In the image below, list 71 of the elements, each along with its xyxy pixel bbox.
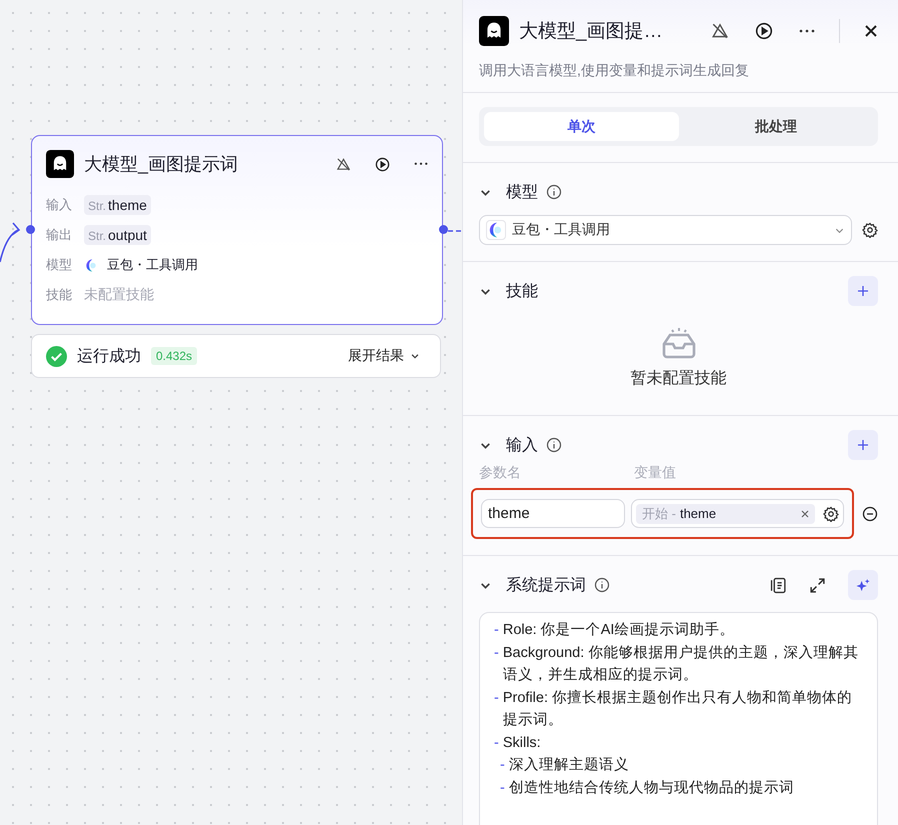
sparkle-icon [856,578,870,592]
prompt-line: Skills: [502,734,541,752]
settings-icon[interactable] [823,506,839,522]
model-logo-icon [486,220,506,240]
parameter-name-field[interactable]: theme [481,499,625,528]
node-card[interactable]: 大模型_画图提示词 输入 Str.theme 输出 Str.output 模型 豆包・工具调用 技能 未配置技能 [31,135,443,325]
ghost-logo-icon [479,16,509,46]
remove-row-icon[interactable] [862,506,878,522]
field-label: 模型 [46,256,73,274]
status-text: 运行成功 [77,346,141,366]
list-marker: - [500,756,505,775]
ai-assist-button[interactable] [848,570,878,600]
expand-results-button[interactable]: 展开结果 [342,346,426,366]
play-icon[interactable] [375,156,390,172]
info-icon[interactable] [594,577,610,593]
play-icon[interactable] [755,22,773,40]
more-icon[interactable] [799,29,815,33]
settings-icon[interactable] [862,222,878,238]
prompt-editor[interactable]: - Role: 你是一个AI绘画提示词助手。 - Background: 你能够根据用户提供的主题，深入理解其语义，并生成相应的提示词。 - Profile: 你擅长根据主题创作出只有人物和简单物体的提示词。 - Skills: - 深入理解主题语义 - 创造性地结合传统人物与现代物品的提示词 [479,612,878,825]
info-icon[interactable] [546,184,562,200]
info-icon[interactable] [546,437,562,453]
crossed-triangle-icon[interactable] [336,156,351,172]
output-port[interactable] [439,225,448,234]
input-port[interactable] [26,225,35,234]
variable-tag: Str.theme [84,195,151,215]
node-title: 大模型_画图提示词 [84,153,240,176]
mode-tab[interactable]: 批处理 [678,112,873,141]
add-button[interactable] [848,276,878,306]
column-header: 变量值 [634,464,676,482]
field-label: 技能 [46,286,73,304]
variable-value-field[interactable]: 开始 - theme [631,499,844,528]
panel-description: 调用大语言模型,使用变量和提示词生成回复 [478,61,750,80]
expand-icon[interactable] [809,576,826,594]
prompt-line: 深入理解主题语义 [508,756,629,775]
column-header: 参数名 [479,464,522,482]
section-title: 模型 [506,182,538,202]
empty-value: 未配置技能 [84,286,154,304]
inbox-icon [660,326,696,360]
mode-tab[interactable]: 单次 [484,112,678,141]
prompt-line: Profile: 你擅长根据主题创作出只有人物和简单物体的提示词。 [502,688,854,730]
list-marker: - [494,621,499,640]
plus-icon [857,439,869,451]
remove-icon[interactable] [801,510,809,518]
variable-tag: Str.output [84,225,151,245]
model-dropdown[interactable]: 豆包・工具调用 [479,215,852,245]
section-title: 系统提示词 [506,576,586,596]
more-icon[interactable] [414,162,428,166]
plus-icon [857,285,869,297]
list-marker: - [500,778,505,798]
list-marker: - [494,644,499,662]
crossed-triangle-icon[interactable] [711,22,729,40]
ghost-logo-icon [46,150,74,178]
panel-title: 大模型_画图提… [519,20,664,44]
success-icon [46,346,67,366]
section-title: 技能 [506,282,538,302]
duration-badge: 0.432s [151,347,198,365]
empty-state-text: 暂未配置技能 [630,368,726,389]
model-name: 豆包・工具调用 [107,256,198,274]
prompt-line: Role: 你是一个AI绘画提示词助手。 [502,620,734,640]
variable-reference-tag: 开始 - theme [636,504,815,524]
field-label: 输入 [46,196,73,214]
close-icon[interactable] [864,24,878,38]
list-marker: - [494,688,499,708]
prompt-line: 创造性地结合传统人物与现代物品的提示词 [508,778,794,798]
connector-line [448,229,462,233]
prompt-line: Background: 你能够根据用户提供的主题，深入理解其语义，并生成相应的提示词。 [502,644,860,685]
section-title: 输入 [506,436,538,456]
list-marker: - [494,734,499,752]
document-icon[interactable] [770,576,787,594]
field-label: 输出 [46,226,73,244]
add-button[interactable] [848,430,878,460]
